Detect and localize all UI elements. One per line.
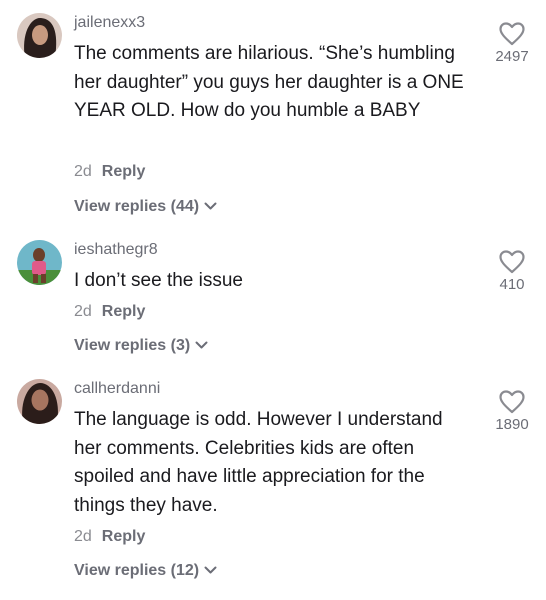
like-count: 410 [499,276,525,293]
reply-button[interactable]: Reply [102,528,146,545]
comment-username[interactable]: callherdanni [74,380,160,398]
reply-button[interactable]: Reply [102,163,146,180]
profile-photo-icon [17,13,62,58]
view-replies-label: View replies (3) [74,337,191,354]
comment-meta: 2d Reply [74,303,145,321]
comment-timestamp: 2d [74,528,92,545]
comment-timestamp: 2d [74,163,92,180]
chevron-down-icon [204,566,217,574]
avatar[interactable] [17,240,62,285]
profile-photo-icon [17,240,62,285]
chevron-down-icon [195,341,208,349]
view-replies-button[interactable]: View replies (3) [74,337,208,355]
heart-icon [499,250,525,274]
like-button[interactable]: 2497 [490,22,534,65]
heart-icon [499,390,525,414]
reply-button[interactable]: Reply [102,303,146,320]
like-count: 1890 [495,416,529,433]
profile-photo-icon [17,379,62,424]
comment-username[interactable]: ieshathegr8 [74,241,158,259]
comment-username[interactable]: jailenexx3 [74,14,145,32]
view-replies-label: View replies (12) [74,562,200,579]
comment-meta: 2d Reply [74,528,145,546]
like-count: 2497 [495,48,529,65]
like-button[interactable]: 410 [490,250,534,293]
comment-text: The comments are hilarious. “She’s humbl… [74,43,464,121]
comment-timestamp: 2d [74,303,92,320]
avatar[interactable] [17,13,62,58]
view-replies-button[interactable]: View replies (12) [74,562,217,580]
like-button[interactable]: 1890 [490,390,534,433]
view-replies-button[interactable]: View replies (44) [74,198,217,216]
heart-icon [499,22,525,46]
comment-meta: 2d Reply [74,163,145,181]
avatar[interactable] [17,379,62,424]
view-replies-label: View replies (44) [74,198,200,215]
chevron-down-icon [204,202,217,210]
comment-text: The language is odd. However I understan… [74,409,443,516]
comment-text: I don’t see the issue [74,270,243,291]
